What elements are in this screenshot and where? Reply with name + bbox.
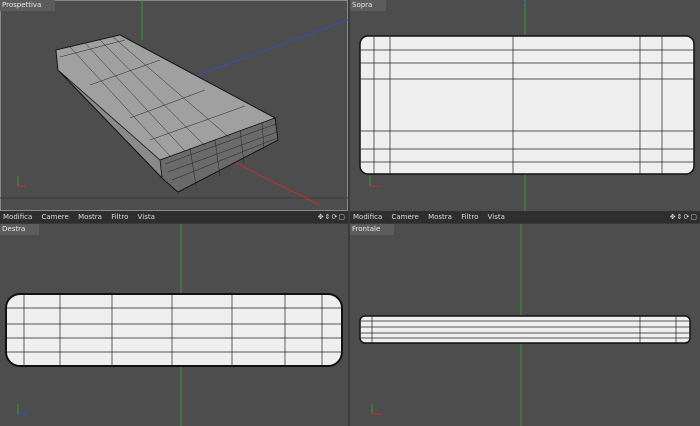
front-canvas <box>359 224 691 426</box>
viewport-label: Destra <box>0 224 40 235</box>
right-canvas <box>5 224 343 426</box>
menu-filtro[interactable]: Filtro <box>461 213 478 221</box>
zoom-icon[interactable]: ⇕ <box>677 213 684 221</box>
menubar-top-right: Modifica Camere Mostra Filtro Vista ✥⇕⟳▢ <box>350 211 700 223</box>
menu-vista[interactable]: Vista <box>488 213 505 221</box>
menu-modifica[interactable]: Modifica <box>3 213 32 221</box>
perspective-canvas <box>0 0 348 206</box>
move-icon[interactable]: ✥ <box>318 213 325 221</box>
viewport-top[interactable]: Sopra <box>350 0 700 211</box>
viewport-label: Prospettiva <box>0 0 56 11</box>
axis-gizmo <box>17 404 28 415</box>
viewport-front[interactable]: Frontale <box>350 224 700 426</box>
mesh-top-view <box>359 35 695 175</box>
maximize-icon[interactable]: ▢ <box>690 213 698 221</box>
mesh-front-view <box>359 315 691 344</box>
maximize-icon[interactable]: ▢ <box>338 213 346 221</box>
menu-camere[interactable]: Camere <box>42 213 69 221</box>
menu-vista[interactable]: Vista <box>138 213 155 221</box>
mesh-right-view <box>5 293 343 367</box>
axis-gizmo <box>371 404 382 415</box>
viewport-label: Sopra <box>350 0 387 11</box>
menu-filtro[interactable]: Filtro <box>111 213 128 221</box>
menu-mostra[interactable]: Mostra <box>428 213 452 221</box>
menubar-top-left: Modifica Camere Mostra Filtro Vista ✥⇕⟳▢ <box>0 211 348 223</box>
axis-gizmo <box>369 176 380 187</box>
move-icon[interactable]: ✥ <box>670 213 677 221</box>
top-canvas <box>359 0 695 211</box>
z-axis-line <box>189 19 348 79</box>
viewport-label: Frontale <box>350 224 395 235</box>
axis-gizmo <box>17 176 26 187</box>
menu-mostra[interactable]: Mostra <box>78 213 102 221</box>
menu-modifica[interactable]: Modifica <box>353 213 382 221</box>
zoom-icon[interactable]: ⇕ <box>325 213 332 221</box>
menu-camere[interactable]: Camere <box>392 213 419 221</box>
viewport-right[interactable]: Destra <box>0 224 348 426</box>
viewport-perspective[interactable]: Prospettiva <box>0 0 348 211</box>
